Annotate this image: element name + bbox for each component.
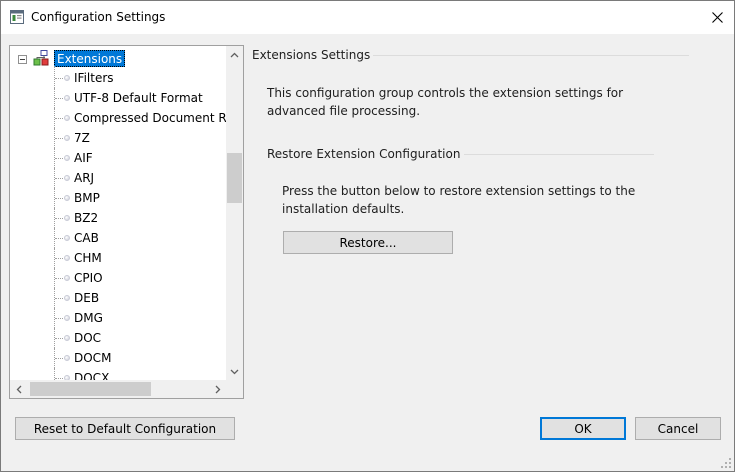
scroll-right-button[interactable]	[209, 380, 226, 398]
tree-item-label[interactable]: UTF-8 Default Format	[74, 90, 203, 106]
collapse-toggle-icon[interactable]	[18, 55, 27, 64]
reset-default-button[interactable]: Reset to Default Configuration	[15, 417, 235, 440]
bullet-icon	[64, 235, 70, 241]
restore-group-header: Restore Extension Configuration	[267, 147, 461, 161]
chevron-right-icon	[215, 385, 220, 393]
tree-item-label[interactable]: ARJ	[74, 170, 94, 186]
tree-item-label[interactable]: BZ2	[74, 210, 98, 226]
tree-item-label[interactable]: DOCM	[74, 350, 111, 366]
tree-item[interactable]: CPIO	[10, 268, 226, 288]
tree-item-label[interactable]: CPIO	[74, 270, 103, 286]
vertical-scrollbar[interactable]	[226, 46, 243, 380]
window-app-icon	[10, 10, 24, 24]
chevron-up-icon	[230, 52, 239, 57]
tree-item-label[interactable]: AIF	[74, 150, 93, 166]
ok-button[interactable]: OK	[540, 417, 626, 440]
tree-item-label[interactable]: IFilters	[74, 70, 114, 86]
bullet-icon	[64, 215, 70, 221]
tree-item[interactable]: DMG	[10, 308, 226, 328]
ok-button-label: OK	[574, 421, 592, 436]
horizontal-scrollbar[interactable]	[10, 380, 226, 398]
window-title: Configuration Settings	[31, 10, 166, 24]
restore-button[interactable]: Restore...	[283, 231, 453, 254]
bullet-icon	[64, 255, 70, 261]
tree-item[interactable]: UTF-8 Default Format	[10, 88, 226, 108]
tree-item[interactable]: AIF	[10, 148, 226, 168]
tree-item-label[interactable]: DMG	[74, 310, 103, 326]
tree-item[interactable]: CHM	[10, 248, 226, 268]
title-bar: Configuration Settings	[1, 1, 734, 34]
bullet-icon	[64, 195, 70, 201]
tree-viewport: Extensions IFilters UTF-8 Default Format…	[10, 46, 226, 380]
bullet-icon	[64, 355, 70, 361]
horizontal-scroll-thumb[interactable]	[30, 382, 151, 396]
tree-item[interactable]: Compressed Document R	[10, 108, 226, 128]
tree-item-label[interactable]: Compressed Document R	[74, 110, 226, 126]
scroll-up-button[interactable]	[226, 46, 243, 63]
tree-root-node[interactable]: Extensions	[10, 48, 226, 68]
tree-item[interactable]: IFilters	[10, 66, 226, 88]
configuration-dialog: Configuration Settings Extensions IFilte…	[0, 0, 735, 472]
header-divider	[373, 55, 689, 56]
tree-item-label[interactable]: CHM	[74, 250, 102, 266]
settings-description: This configuration group controls the ex…	[267, 86, 624, 118]
tree-item-label[interactable]: DOCX	[74, 370, 109, 380]
tree-item-label[interactable]: CAB	[74, 230, 99, 246]
scroll-down-button[interactable]	[226, 363, 243, 380]
bullet-icon	[64, 75, 70, 81]
tree-item[interactable]: DOC	[10, 328, 226, 348]
tree-item-label[interactable]: BMP	[74, 190, 100, 206]
tree-item[interactable]: DOCM	[10, 348, 226, 368]
scroll-left-button[interactable]	[10, 380, 27, 398]
bullet-icon	[64, 155, 70, 161]
chevron-down-icon	[230, 369, 239, 374]
chevron-left-icon	[16, 385, 21, 393]
bullet-icon	[64, 315, 70, 321]
scrollbar-corner	[226, 380, 243, 398]
close-button[interactable]	[701, 1, 734, 34]
tree-item-label[interactable]: DEB	[74, 290, 99, 306]
tree-item-label[interactable]: DOC	[74, 330, 101, 346]
bullet-icon	[64, 115, 70, 121]
resize-grip-icon[interactable]	[721, 458, 731, 468]
bullet-icon	[64, 135, 70, 141]
tree-item[interactable]: DEB	[10, 288, 226, 308]
tree-item[interactable]: DOCX	[10, 368, 226, 380]
bullet-icon	[64, 275, 70, 281]
extensions-tree[interactable]: Extensions IFilters UTF-8 Default Format…	[9, 45, 244, 399]
settings-header: Extensions Settings	[252, 48, 371, 62]
tree-item[interactable]: BMP	[10, 188, 226, 208]
bullet-icon	[64, 95, 70, 101]
reset-default-button-label: Reset to Default Configuration	[33, 421, 217, 436]
extensions-group-icon	[33, 50, 49, 66]
tree-root-label[interactable]: Extensions	[54, 50, 126, 67]
restore-group-divider	[464, 154, 654, 155]
vertical-scroll-thumb[interactable]	[227, 153, 242, 203]
tree-item[interactable]: ARJ	[10, 168, 226, 188]
tree-item[interactable]: 7Z	[10, 128, 226, 148]
tree-item-label[interactable]: 7Z	[74, 130, 90, 146]
bullet-icon	[64, 295, 70, 301]
tree-item[interactable]: CAB	[10, 228, 226, 248]
restore-description: Press the button below to restore extens…	[282, 184, 636, 216]
close-icon	[712, 12, 723, 23]
tree-item[interactable]: BZ2	[10, 208, 226, 228]
cancel-button[interactable]: Cancel	[635, 417, 721, 440]
bullet-icon	[64, 175, 70, 181]
restore-button-label: Restore...	[339, 235, 397, 250]
bullet-icon	[64, 335, 70, 341]
cancel-button-label: Cancel	[657, 421, 699, 436]
